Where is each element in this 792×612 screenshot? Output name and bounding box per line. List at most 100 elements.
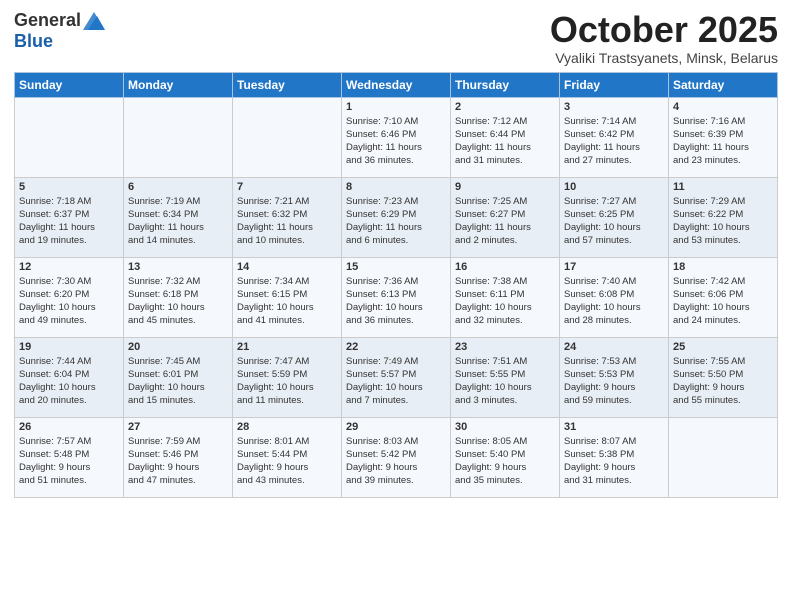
- calendar-cell: 6 Sunrise: 7:19 AM Sunset: 6:34 PM Daylig…: [124, 177, 233, 257]
- day-number: 20: [128, 341, 228, 353]
- day-info: Sunrise: 7:34 AM Sunset: 6:15 PM Dayligh…: [237, 275, 337, 328]
- col-tuesday: Tuesday: [233, 72, 342, 97]
- day-number: 27: [128, 421, 228, 433]
- day-number: 14: [237, 261, 337, 273]
- day-info: Sunrise: 7:19 AM Sunset: 6:34 PM Dayligh…: [128, 195, 228, 248]
- day-info: Sunrise: 7:12 AM Sunset: 6:44 PM Dayligh…: [455, 115, 555, 168]
- day-info: Sunrise: 8:03 AM Sunset: 5:42 PM Dayligh…: [346, 435, 446, 488]
- day-info: Sunrise: 7:21 AM Sunset: 6:32 PM Dayligh…: [237, 195, 337, 248]
- day-number: 23: [455, 341, 555, 353]
- day-info: Sunrise: 7:16 AM Sunset: 6:39 PM Dayligh…: [673, 115, 773, 168]
- day-number: 12: [19, 261, 119, 273]
- day-info: Sunrise: 7:14 AM Sunset: 6:42 PM Dayligh…: [564, 115, 664, 168]
- header: General Blue October 2025 Vyaliki Trasts…: [14, 10, 778, 66]
- day-info: Sunrise: 7:57 AM Sunset: 5:48 PM Dayligh…: [19, 435, 119, 488]
- day-number: 3: [564, 101, 664, 113]
- calendar-cell: 15 Sunrise: 7:36 AM Sunset: 6:13 PM Dayli…: [342, 257, 451, 337]
- calendar-cell: 3 Sunrise: 7:14 AM Sunset: 6:42 PM Daylig…: [560, 97, 669, 177]
- col-monday: Monday: [124, 72, 233, 97]
- calendar-cell: 5Sunrise: 7:18 AM Sunset: 6:37 PM Daylig…: [15, 177, 124, 257]
- day-info: Sunrise: 7:53 AM Sunset: 5:53 PM Dayligh…: [564, 355, 664, 408]
- col-wednesday: Wednesday: [342, 72, 451, 97]
- day-number: 4: [673, 101, 773, 113]
- calendar-cell: 26Sunrise: 7:57 AM Sunset: 5:48 PM Dayli…: [15, 417, 124, 497]
- calendar-cell: 1 Sunrise: 7:10 AM Sunset: 6:46 PM Daylig…: [342, 97, 451, 177]
- calendar-cell: 11 Sunrise: 7:29 AM Sunset: 6:22 PM Dayli…: [669, 177, 778, 257]
- day-info: Sunrise: 7:55 AM Sunset: 5:50 PM Dayligh…: [673, 355, 773, 408]
- day-number: 25: [673, 341, 773, 353]
- day-info: Sunrise: 7:44 AM Sunset: 6:04 PM Dayligh…: [19, 355, 119, 408]
- day-number: 16: [455, 261, 555, 273]
- calendar-cell: [233, 97, 342, 177]
- calendar-cell: 2 Sunrise: 7:12 AM Sunset: 6:44 PM Daylig…: [451, 97, 560, 177]
- calendar-cell: [669, 417, 778, 497]
- col-friday: Friday: [560, 72, 669, 97]
- day-info: Sunrise: 7:47 AM Sunset: 5:59 PM Dayligh…: [237, 355, 337, 408]
- logo-icon: [83, 12, 105, 30]
- day-number: 5: [19, 181, 119, 193]
- day-number: 15: [346, 261, 446, 273]
- day-number: 6: [128, 181, 228, 193]
- day-info: Sunrise: 7:25 AM Sunset: 6:27 PM Dayligh…: [455, 195, 555, 248]
- day-info: Sunrise: 7:32 AM Sunset: 6:18 PM Dayligh…: [128, 275, 228, 328]
- calendar-table: Sunday Monday Tuesday Wednesday Thursday…: [14, 72, 778, 498]
- calendar-week-1: 1 Sunrise: 7:10 AM Sunset: 6:46 PM Daylig…: [15, 97, 778, 177]
- day-info: Sunrise: 8:01 AM Sunset: 5:44 PM Dayligh…: [237, 435, 337, 488]
- day-info: Sunrise: 8:05 AM Sunset: 5:40 PM Dayligh…: [455, 435, 555, 488]
- day-number: 31: [564, 421, 664, 433]
- calendar-cell: 19 Sunrise: 7:44 AM Sunset: 6:04 PM Dayli…: [15, 337, 124, 417]
- day-info: Sunrise: 7:27 AM Sunset: 6:25 PM Dayligh…: [564, 195, 664, 248]
- logo: General Blue: [14, 10, 105, 52]
- calendar-cell: 14 Sunrise: 7:34 AM Sunset: 6:15 PM Dayli…: [233, 257, 342, 337]
- col-saturday: Saturday: [669, 72, 778, 97]
- calendar-cell: 17Sunrise: 7:40 AM Sunset: 6:08 PM Dayli…: [560, 257, 669, 337]
- day-number: 2: [455, 101, 555, 113]
- calendar-cell: 9 Sunrise: 7:25 AM Sunset: 6:27 PM Daylig…: [451, 177, 560, 257]
- calendar-cell: 22 Sunrise: 7:49 AM Sunset: 5:57 PM Dayli…: [342, 337, 451, 417]
- day-info: Sunrise: 7:29 AM Sunset: 6:22 PM Dayligh…: [673, 195, 773, 248]
- calendar-cell: 12Sunrise: 7:30 AM Sunset: 6:20 PM Dayli…: [15, 257, 124, 337]
- calendar-cell: 21 Sunrise: 7:47 AM Sunset: 5:59 PM Dayli…: [233, 337, 342, 417]
- calendar-cell: 25 Sunrise: 7:55 AM Sunset: 5:50 PM Dayli…: [669, 337, 778, 417]
- calendar-cell: 4 Sunrise: 7:16 AM Sunset: 6:39 PM Daylig…: [669, 97, 778, 177]
- day-number: 10: [564, 181, 664, 193]
- day-info: Sunrise: 7:59 AM Sunset: 5:46 PM Dayligh…: [128, 435, 228, 488]
- day-number: 1: [346, 101, 446, 113]
- main-container: General Blue October 2025 Vyaliki Trasts…: [0, 0, 792, 504]
- col-sunday: Sunday: [15, 72, 124, 97]
- calendar-cell: 24Sunrise: 7:53 AM Sunset: 5:53 PM Dayli…: [560, 337, 669, 417]
- calendar-cell: 16Sunrise: 7:38 AM Sunset: 6:11 PM Dayli…: [451, 257, 560, 337]
- day-number: 7: [237, 181, 337, 193]
- title-block: October 2025 Vyaliki Trastsyanets, Minsk…: [550, 10, 778, 66]
- logo-blue: Blue: [14, 31, 53, 51]
- day-info: Sunrise: 8:07 AM Sunset: 5:38 PM Dayligh…: [564, 435, 664, 488]
- day-number: 22: [346, 341, 446, 353]
- calendar-cell: 13Sunrise: 7:32 AM Sunset: 6:18 PM Dayli…: [124, 257, 233, 337]
- day-number: 28: [237, 421, 337, 433]
- day-number: 21: [237, 341, 337, 353]
- day-info: Sunrise: 7:23 AM Sunset: 6:29 PM Dayligh…: [346, 195, 446, 248]
- calendar-cell: 10 Sunrise: 7:27 AM Sunset: 6:25 PM Dayli…: [560, 177, 669, 257]
- calendar-cell: 7 Sunrise: 7:21 AM Sunset: 6:32 PM Daylig…: [233, 177, 342, 257]
- day-number: 30: [455, 421, 555, 433]
- calendar-cell: 8Sunrise: 7:23 AM Sunset: 6:29 PM Daylig…: [342, 177, 451, 257]
- calendar-week-4: 19 Sunrise: 7:44 AM Sunset: 6:04 PM Dayli…: [15, 337, 778, 417]
- calendar-cell: 29Sunrise: 8:03 AM Sunset: 5:42 PM Dayli…: [342, 417, 451, 497]
- day-info: Sunrise: 7:42 AM Sunset: 6:06 PM Dayligh…: [673, 275, 773, 328]
- calendar-week-2: 5Sunrise: 7:18 AM Sunset: 6:37 PM Daylig…: [15, 177, 778, 257]
- day-number: 11: [673, 181, 773, 193]
- day-number: 9: [455, 181, 555, 193]
- day-info: Sunrise: 7:10 AM Sunset: 6:46 PM Dayligh…: [346, 115, 446, 168]
- calendar-cell: 23Sunrise: 7:51 AM Sunset: 5:55 PM Dayli…: [451, 337, 560, 417]
- day-number: 19: [19, 341, 119, 353]
- calendar-week-5: 26Sunrise: 7:57 AM Sunset: 5:48 PM Dayli…: [15, 417, 778, 497]
- day-info: Sunrise: 7:49 AM Sunset: 5:57 PM Dayligh…: [346, 355, 446, 408]
- day-info: Sunrise: 7:36 AM Sunset: 6:13 PM Dayligh…: [346, 275, 446, 328]
- calendar-cell: [124, 97, 233, 177]
- calendar-cell: 28 Sunrise: 8:01 AM Sunset: 5:44 PM Dayli…: [233, 417, 342, 497]
- month-title: October 2025: [550, 10, 778, 50]
- calendar-cell: 18Sunrise: 7:42 AM Sunset: 6:06 PM Dayli…: [669, 257, 778, 337]
- day-info: Sunrise: 7:45 AM Sunset: 6:01 PM Dayligh…: [128, 355, 228, 408]
- day-number: 17: [564, 261, 664, 273]
- calendar-week-3: 12Sunrise: 7:30 AM Sunset: 6:20 PM Dayli…: [15, 257, 778, 337]
